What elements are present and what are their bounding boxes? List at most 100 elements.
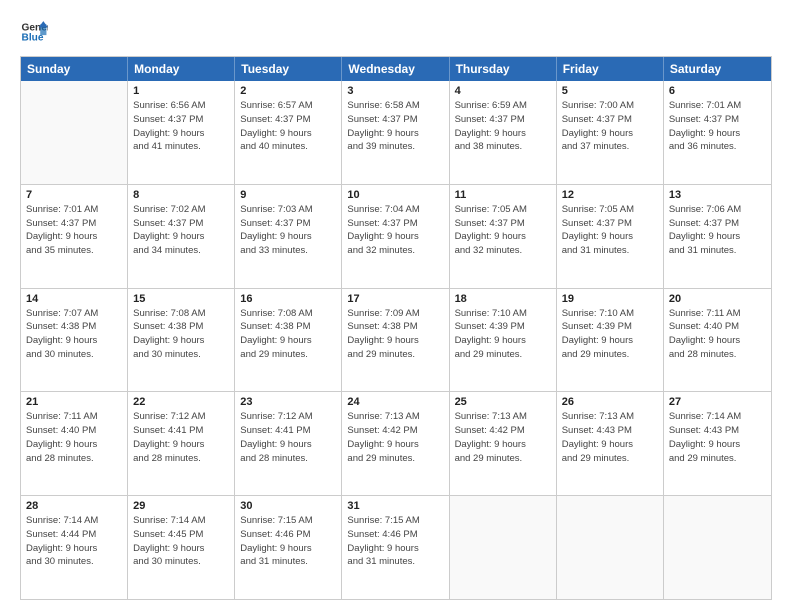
day-number: 14: [26, 293, 122, 305]
day-header-sunday: Sunday: [21, 57, 128, 81]
calendar-week-5: 28Sunrise: 7:14 AMSunset: 4:44 PMDayligh…: [21, 495, 771, 599]
cell-info-line: Daylight: 9 hours: [455, 334, 551, 348]
cell-info-line: Daylight: 9 hours: [669, 230, 766, 244]
calendar-cell: 31Sunrise: 7:15 AMSunset: 4:46 PMDayligh…: [342, 496, 449, 599]
cell-info-line: and 29 minutes.: [455, 348, 551, 362]
cell-info-line: and 35 minutes.: [26, 244, 122, 258]
cell-info-line: Sunrise: 7:08 AM: [133, 307, 229, 321]
calendar-cell: 9Sunrise: 7:03 AMSunset: 4:37 PMDaylight…: [235, 185, 342, 288]
calendar-cell: 13Sunrise: 7:06 AMSunset: 4:37 PMDayligh…: [664, 185, 771, 288]
calendar-cell: 24Sunrise: 7:13 AMSunset: 4:42 PMDayligh…: [342, 392, 449, 495]
cell-info-line: and 33 minutes.: [240, 244, 336, 258]
cell-info-line: Daylight: 9 hours: [562, 334, 658, 348]
calendar-cell: 3Sunrise: 6:58 AMSunset: 4:37 PMDaylight…: [342, 81, 449, 184]
cell-info-line: Sunset: 4:37 PM: [347, 217, 443, 231]
calendar-cell: 19Sunrise: 7:10 AMSunset: 4:39 PMDayligh…: [557, 289, 664, 392]
day-number: 16: [240, 293, 336, 305]
cell-info-line: Daylight: 9 hours: [669, 334, 766, 348]
cell-info-line: Sunrise: 7:10 AM: [455, 307, 551, 321]
day-number: 30: [240, 500, 336, 512]
cell-info-line: Sunrise: 6:56 AM: [133, 99, 229, 113]
cell-info-line: and 29 minutes.: [240, 348, 336, 362]
calendar-cell: [450, 496, 557, 599]
cell-info-line: Sunrise: 7:14 AM: [133, 514, 229, 528]
cell-info-line: and 30 minutes.: [133, 555, 229, 569]
day-number: 6: [669, 85, 766, 97]
day-number: 19: [562, 293, 658, 305]
day-header-wednesday: Wednesday: [342, 57, 449, 81]
cell-info-line: Sunrise: 6:59 AM: [455, 99, 551, 113]
cell-info-line: Daylight: 9 hours: [562, 438, 658, 452]
cell-info-line: Sunset: 4:39 PM: [562, 320, 658, 334]
calendar-cell: 30Sunrise: 7:15 AMSunset: 4:46 PMDayligh…: [235, 496, 342, 599]
calendar-cell: 27Sunrise: 7:14 AMSunset: 4:43 PMDayligh…: [664, 392, 771, 495]
cell-info-line: and 28 minutes.: [26, 452, 122, 466]
cell-info-line: and 29 minutes.: [562, 348, 658, 362]
cell-info-line: Sunrise: 7:12 AM: [240, 410, 336, 424]
logo-icon: General Blue: [20, 18, 48, 46]
cell-info-line: Daylight: 9 hours: [347, 542, 443, 556]
calendar-cell: 7Sunrise: 7:01 AMSunset: 4:37 PMDaylight…: [21, 185, 128, 288]
cell-info-line: Daylight: 9 hours: [240, 230, 336, 244]
calendar-cell: 16Sunrise: 7:08 AMSunset: 4:38 PMDayligh…: [235, 289, 342, 392]
cell-info-line: and 40 minutes.: [240, 140, 336, 154]
cell-info-line: Sunset: 4:44 PM: [26, 528, 122, 542]
cell-info-line: Sunset: 4:41 PM: [133, 424, 229, 438]
cell-info-line: Sunrise: 7:12 AM: [133, 410, 229, 424]
cell-info-line: and 30 minutes.: [26, 348, 122, 362]
calendar-cell: 10Sunrise: 7:04 AMSunset: 4:37 PMDayligh…: [342, 185, 449, 288]
cell-info-line: and 32 minutes.: [347, 244, 443, 258]
cell-info-line: Daylight: 9 hours: [133, 542, 229, 556]
day-number: 17: [347, 293, 443, 305]
cell-info-line: and 29 minutes.: [455, 452, 551, 466]
cell-info-line: Sunset: 4:37 PM: [240, 217, 336, 231]
cell-info-line: Sunset: 4:37 PM: [669, 217, 766, 231]
cell-info-line: Daylight: 9 hours: [133, 230, 229, 244]
day-number: 12: [562, 189, 658, 201]
calendar-cell: 18Sunrise: 7:10 AMSunset: 4:39 PMDayligh…: [450, 289, 557, 392]
cell-info-line: Sunset: 4:37 PM: [562, 217, 658, 231]
cell-info-line: and 28 minutes.: [240, 452, 336, 466]
cell-info-line: and 31 minutes.: [669, 244, 766, 258]
cell-info-line: Sunrise: 7:04 AM: [347, 203, 443, 217]
logo: General Blue: [20, 18, 48, 46]
cell-info-line: Daylight: 9 hours: [26, 334, 122, 348]
day-number: 22: [133, 396, 229, 408]
calendar-header: SundayMondayTuesdayWednesdayThursdayFrid…: [21, 57, 771, 81]
cell-info-line: Sunset: 4:38 PM: [133, 320, 229, 334]
cell-info-line: and 41 minutes.: [133, 140, 229, 154]
cell-info-line: Daylight: 9 hours: [455, 230, 551, 244]
cell-info-line: Sunset: 4:37 PM: [133, 113, 229, 127]
calendar-cell: 1Sunrise: 6:56 AMSunset: 4:37 PMDaylight…: [128, 81, 235, 184]
cell-info-line: Sunset: 4:42 PM: [455, 424, 551, 438]
day-header-monday: Monday: [128, 57, 235, 81]
cell-info-line: Sunset: 4:37 PM: [669, 113, 766, 127]
cell-info-line: Daylight: 9 hours: [240, 127, 336, 141]
calendar-cell: 12 Sunrise: 7:05 AMSunset: 4:37 PMDayligh…: [557, 185, 664, 288]
cell-info-line: Sunrise: 7:13 AM: [562, 410, 658, 424]
cell-info-line: and 31 minutes.: [347, 555, 443, 569]
cell-info-line: and 29 minutes.: [562, 452, 658, 466]
day-number: 9: [240, 189, 336, 201]
cell-info-line: Sunrise: 7:13 AM: [455, 410, 551, 424]
calendar-cell: 23Sunrise: 7:12 AMSunset: 4:41 PMDayligh…: [235, 392, 342, 495]
cell-info-line: Sunset: 4:37 PM: [455, 217, 551, 231]
cell-info-line: Daylight: 9 hours: [26, 542, 122, 556]
cell-info-line: and 32 minutes.: [455, 244, 551, 258]
cell-info-line: Daylight: 9 hours: [133, 438, 229, 452]
calendar-cell: 5Sunrise: 7:00 AMSunset: 4:37 PMDaylight…: [557, 81, 664, 184]
day-number: 4: [455, 85, 551, 97]
cell-info-line: and 34 minutes.: [133, 244, 229, 258]
cell-info-line: Sunrise: 7:00 AM: [562, 99, 658, 113]
day-header-thursday: Thursday: [450, 57, 557, 81]
cell-info-line: and 30 minutes.: [133, 348, 229, 362]
day-number: 5: [562, 85, 658, 97]
cell-info-line: Sunrise: 7:13 AM: [347, 410, 443, 424]
cell-info-line: Daylight: 9 hours: [562, 230, 658, 244]
calendar-cell: [664, 496, 771, 599]
day-number: 7: [26, 189, 122, 201]
cell-info-line: Sunrise: 7:05 AM: [562, 203, 658, 217]
day-number: 28: [26, 500, 122, 512]
cell-info-line: Daylight: 9 hours: [455, 438, 551, 452]
calendar-cell: 15Sunrise: 7:08 AMSunset: 4:38 PMDayligh…: [128, 289, 235, 392]
